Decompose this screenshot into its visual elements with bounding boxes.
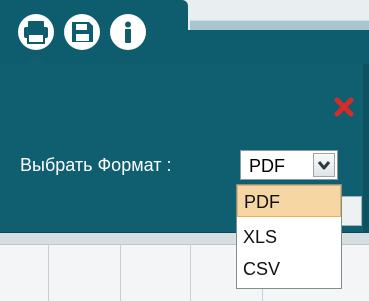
info-button[interactable] — [110, 14, 146, 50]
dropdown-toggle[interactable] — [313, 153, 335, 177]
app-window: Выбрать Формат : PDF PDF XLS CSV — [0, 0, 369, 301]
close-button[interactable] — [332, 95, 356, 119]
format-select-value: PDF — [249, 156, 285, 176]
save-button[interactable] — [64, 14, 100, 50]
info-icon — [125, 21, 131, 43]
save-icon — [72, 22, 93, 42]
grid-divider — [190, 244, 191, 301]
format-option-pdf[interactable]: PDF — [237, 185, 341, 217]
print-icon — [24, 21, 48, 44]
close-icon — [334, 97, 354, 117]
format-dropdown-list: PDF XLS CSV — [236, 184, 342, 289]
format-option-xls[interactable]: XLS — [237, 221, 341, 253]
format-option-csv[interactable]: CSV — [237, 253, 341, 285]
chevron-down-icon — [317, 161, 331, 170]
format-label: Выбрать Формат : — [20, 155, 172, 175]
print-button[interactable] — [18, 14, 54, 50]
grid-divider — [120, 244, 121, 301]
secondary-field — [340, 196, 362, 226]
dialog-pointer — [24, 56, 48, 65]
grid-divider — [48, 244, 49, 301]
toolbar-tab-extension — [188, 30, 369, 64]
format-select[interactable]: PDF — [240, 150, 338, 180]
